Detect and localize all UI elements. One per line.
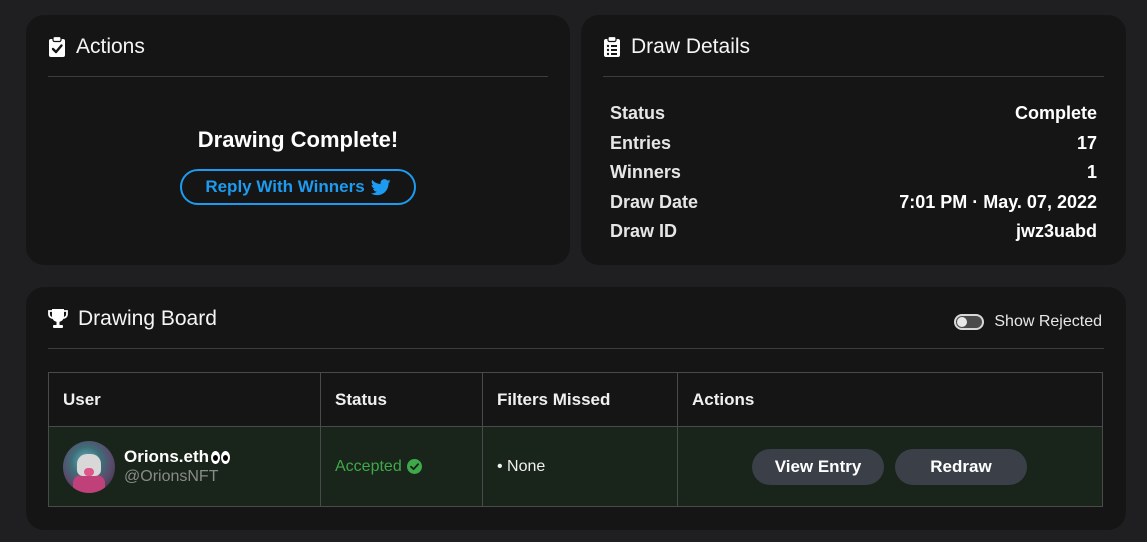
filters-missed-cell: • None <box>482 426 678 507</box>
status-text: Accepted <box>335 457 402 475</box>
user-handle: @OrionsNFT <box>124 468 219 485</box>
user-name-text: Orions.eth <box>124 447 210 466</box>
trophy-icon <box>48 309 68 328</box>
detail-label: Winners <box>610 162 681 183</box>
drawing-board-card: Drawing Board Show Rejected User Status … <box>26 287 1126 530</box>
table-row: Orions.eth @OrionsNFT Accepted • None Vi… <box>48 426 1103 507</box>
detail-row-status: Status Complete <box>610 99 1097 129</box>
actions-header: Actions <box>48 33 548 77</box>
actions-card: Actions Drawing Complete! Reply With Win… <box>26 15 570 265</box>
redraw-button[interactable]: Redraw <box>895 448 1027 485</box>
user-cell: Orions.eth @OrionsNFT <box>48 426 321 507</box>
detail-label: Entries <box>610 132 672 153</box>
drawing-board-table: User Status Filters Missed Actions Orion… <box>48 372 1103 507</box>
detail-value: 7:01 PM · May. 07, 2022 <box>899 191 1097 212</box>
detail-value: jwz3uabd <box>1015 221 1097 242</box>
view-entry-button[interactable]: View Entry <box>752 448 884 485</box>
detail-row-draw-id: Draw ID jwz3uabd <box>610 217 1097 247</box>
reply-with-winners-button[interactable]: Reply With Winners <box>180 169 416 205</box>
twitter-bird-icon <box>370 178 391 195</box>
column-header-user: User <box>48 372 321 427</box>
actions-cell: View Entry Redraw <box>677 426 1103 507</box>
detail-list: Status Complete Entries 17 Winners 1 Dra… <box>610 99 1097 247</box>
clipboard-check-icon <box>49 36 65 57</box>
reply-button-label: Reply With Winners <box>205 177 365 196</box>
board-title: Drawing Board <box>78 307 217 330</box>
column-header-actions: Actions <box>677 372 1103 427</box>
detail-label: Draw ID <box>610 221 678 242</box>
detail-value: Complete <box>1014 103 1097 124</box>
user-name: Orions.eth <box>124 447 231 467</box>
check-circle-icon <box>406 459 422 474</box>
draw-details-card: Draw Details Status Complete Entries 17 … <box>581 15 1126 265</box>
details-header: Draw Details <box>603 33 1104 77</box>
detail-label: Draw Date <box>610 191 699 212</box>
drawing-complete-text: Drawing Complete! <box>197 127 399 152</box>
actions-title: Actions <box>76 35 145 58</box>
toggle-knob <box>957 317 968 327</box>
status-cell: Accepted <box>320 426 483 507</box>
details-title: Draw Details <box>631 35 751 58</box>
column-header-filters-missed: Filters Missed <box>482 372 678 427</box>
user-info: Orions.eth @OrionsNFT <box>124 447 231 486</box>
eyes-emoji-icon <box>211 450 231 464</box>
detail-label: Status <box>610 103 666 124</box>
clipboard-list-icon <box>604 36 620 57</box>
board-header: Drawing Board <box>48 305 1104 349</box>
filters-missed-text: • None <box>497 457 546 475</box>
table-header-row: User Status Filters Missed Actions <box>48 372 1103 427</box>
detail-value: 17 <box>1076 132 1097 153</box>
show-rejected-control: Show Rejected <box>954 313 1102 331</box>
detail-row-entries: Entries 17 <box>610 129 1097 159</box>
status-badge: Accepted <box>335 458 482 476</box>
show-rejected-label: Show Rejected <box>994 313 1102 330</box>
show-rejected-toggle[interactable] <box>954 314 985 330</box>
detail-value: 1 <box>1086 162 1097 183</box>
column-header-status: Status <box>320 372 483 427</box>
detail-row-winners: Winners 1 <box>610 158 1097 188</box>
detail-row-draw-date: Draw Date 7:01 PM · May. 07, 2022 <box>610 188 1097 218</box>
avatar[interactable] <box>63 440 115 493</box>
